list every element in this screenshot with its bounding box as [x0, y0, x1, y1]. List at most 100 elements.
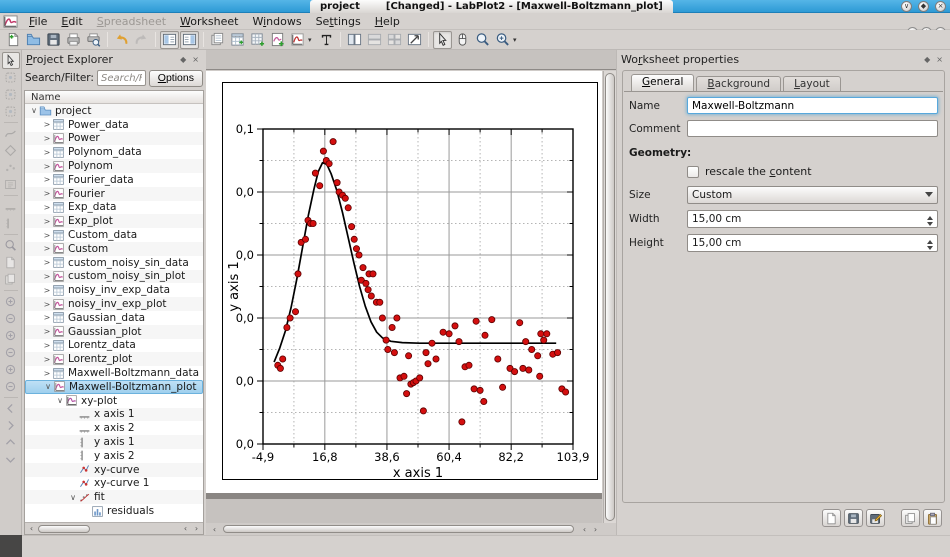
tab-background[interactable]: Background [696, 76, 781, 92]
tree-horizontal-scrollbar[interactable]: ‹ ‹ › [25, 522, 203, 534]
tree-column-header-name[interactable]: Name [25, 91, 203, 104]
expand-icon[interactable]: > [42, 355, 52, 364]
select-mode-button[interactable] [433, 31, 452, 49]
magnification-button[interactable] [493, 31, 512, 49]
tree-item-custom_data[interactable]: >Custom_data [25, 228, 203, 242]
scroll-left-icon[interactable]: ‹ [181, 524, 190, 533]
expand-icon[interactable]: > [42, 341, 52, 350]
spin-down-icon[interactable] [927, 246, 933, 253]
size-combobox[interactable]: Custom [687, 186, 938, 204]
expand-icon[interactable]: > [42, 300, 52, 309]
new-template-button[interactable] [822, 509, 841, 527]
tree-item-xy-plot[interactable]: ∨xy-plot [25, 394, 203, 408]
scroll-left-icon[interactable]: ‹ [210, 525, 219, 534]
tree-item-power[interactable]: >Power [25, 132, 203, 146]
tree-item-noisy_inv_exp_data[interactable]: >noisy_inv_exp_data [25, 283, 203, 297]
expand-icon[interactable]: > [42, 217, 52, 226]
expand-icon[interactable]: > [42, 120, 52, 129]
document-new-button[interactable] [4, 31, 23, 49]
expand-icon[interactable]: > [42, 327, 52, 336]
collapse-icon[interactable]: ∨ [55, 396, 65, 405]
document-print-button[interactable] [64, 31, 83, 49]
tree-item-polynom[interactable]: >Polynom [25, 159, 203, 173]
copy-button[interactable] [901, 509, 920, 527]
paste-button[interactable] [923, 509, 942, 527]
tree-item-custom_noisy_sin_data[interactable]: >custom_noisy_sin_data [25, 256, 203, 270]
expand-icon[interactable]: > [42, 162, 52, 171]
collapse-icon[interactable]: ∨ [29, 106, 39, 115]
chevron-down-icon[interactable]: ▾ [308, 36, 316, 44]
text-label-button[interactable] [317, 31, 336, 49]
tab-general[interactable]: General [631, 74, 694, 92]
dock-float-icon[interactable]: ◆ [177, 55, 189, 64]
scroll-right-icon[interactable]: › [591, 525, 600, 534]
spin-up-icon[interactable] [927, 237, 933, 244]
expand-icon[interactable]: > [42, 203, 52, 212]
menu-help[interactable]: Help [368, 14, 407, 29]
close-icon[interactable]: × [935, 1, 946, 12]
tree-item-maxwell-boltzmann_plot[interactable]: ∨Maxwell-Boltzmann_plot [25, 380, 203, 394]
tree-item-noisy_inv_exp_plot[interactable]: >noisy_inv_exp_plot [25, 297, 203, 311]
dock-close-icon[interactable]: × [933, 55, 946, 64]
menu-edit[interactable]: Edit [54, 14, 89, 29]
expand-icon[interactable]: > [42, 231, 52, 240]
worksheet-viewport[interactable]: -4,916,838,660,482,2103,90,00,00,00,00,0… [206, 71, 602, 493]
expand-icon[interactable]: > [42, 272, 52, 281]
name-field[interactable] [687, 97, 938, 114]
pointer-active-button[interactable] [2, 52, 20, 69]
maximize-icon[interactable]: ◆ [918, 1, 929, 12]
menu-settings[interactable]: Settings [309, 14, 368, 29]
collapse-icon[interactable]: ∨ [43, 382, 53, 391]
scroll-left-icon[interactable]: ‹ [27, 524, 36, 533]
tree-item-fit[interactable]: ∨fit [25, 490, 203, 504]
tree-item-power_data[interactable]: >Power_data [25, 118, 203, 132]
expand-icon[interactable]: > [42, 313, 52, 322]
height-spinbox[interactable]: 15,00 cm [687, 234, 938, 252]
expand-icon[interactable]: > [42, 134, 52, 143]
spin-down-icon[interactable] [927, 222, 933, 229]
navigate-mode-button[interactable] [453, 31, 472, 49]
tree-item-project[interactable]: ∨project [25, 104, 203, 118]
tree-item-fourier_data[interactable]: >Fourier_data [25, 173, 203, 187]
collapse-icon[interactable]: ∨ [68, 493, 78, 502]
menu-worksheet[interactable]: Worksheet [173, 14, 245, 29]
comment-field[interactable] [687, 120, 938, 137]
tree-item-y-axis-1[interactable]: y axis 1 [25, 435, 203, 449]
dock-close-icon[interactable]: × [189, 55, 202, 64]
tree-item-xy-curve[interactable]: xy-curve [25, 463, 203, 477]
scroll-right-icon[interactable]: › [192, 524, 201, 533]
search-filter-input[interactable] [97, 70, 146, 86]
toggle-project-explorer-button[interactable] [160, 31, 179, 49]
dock-float-icon[interactable]: ◆ [921, 55, 933, 64]
undo-button[interactable] [112, 31, 131, 49]
expand-icon[interactable]: > [42, 189, 52, 198]
new-workbook-button[interactable] [208, 31, 227, 49]
break-layout-button[interactable] [405, 31, 424, 49]
expand-icon[interactable]: > [42, 258, 52, 267]
chevron-down-icon[interactable]: ▾ [513, 36, 521, 44]
save-button[interactable] [844, 509, 863, 527]
new-worksheet-button[interactable] [268, 31, 287, 49]
tree-item-residuals[interactable]: residuals [25, 504, 203, 518]
tree-item-exp_plot[interactable]: >Exp_plot [25, 214, 203, 228]
titlebar[interactable]: project [Changed] - LabPlot2 - [Maxwell-… [0, 0, 950, 13]
tree-item-xy-curve-1[interactable]: xy-curve 1 [25, 477, 203, 491]
new-spreadsheet-button[interactable] [228, 31, 247, 49]
rescale-content-checkbox[interactable] [687, 166, 699, 178]
new-matrix-button[interactable] [248, 31, 267, 49]
width-spinbox[interactable]: 15,00 cm [687, 210, 938, 228]
menu-file[interactable]: File [22, 14, 54, 29]
tree-item-polynom_data[interactable]: >Polynom_data [25, 145, 203, 159]
scroll-left-icon[interactable]: ‹ [580, 525, 589, 534]
toggle-properties-dock-button[interactable] [180, 31, 199, 49]
tree-item-maxwell-boltzmann_data[interactable]: >Maxwell-Boltzmann_data [25, 366, 203, 380]
tree-item-y-axis-2[interactable]: y axis 2 [25, 449, 203, 463]
tab-layout[interactable]: Layout [783, 76, 841, 92]
spin-up-icon[interactable] [927, 213, 933, 220]
expand-icon[interactable]: > [42, 175, 52, 184]
save-edit-button[interactable] [866, 509, 885, 527]
minimize-icon[interactable]: ∨ [901, 1, 912, 12]
tree-item-x-axis-1[interactable]: x axis 1 [25, 408, 203, 422]
expand-icon[interactable]: > [42, 244, 52, 253]
tree-item-exp_data[interactable]: >Exp_data [25, 201, 203, 215]
